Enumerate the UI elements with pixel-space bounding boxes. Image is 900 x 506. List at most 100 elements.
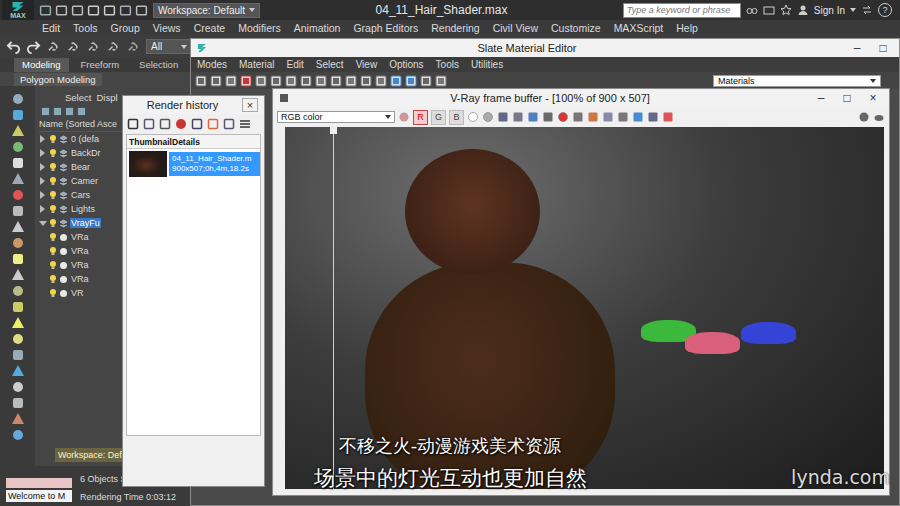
tool-icon[interactable] bbox=[11, 300, 25, 314]
link-icon[interactable] bbox=[86, 39, 101, 54]
link-icon[interactable] bbox=[46, 39, 61, 54]
prompt-field[interactable]: Welcome to M bbox=[6, 490, 72, 502]
expand-arrow-icon[interactable] bbox=[39, 221, 47, 226]
quick-access-icon[interactable] bbox=[71, 4, 84, 17]
tool-icon[interactable] bbox=[11, 156, 25, 170]
channel-button[interactable]: R bbox=[413, 110, 428, 125]
window-title-bar[interactable]: Render history× bbox=[123, 96, 264, 114]
close-button[interactable]: × bbox=[242, 98, 258, 112]
teapot-icon[interactable] bbox=[873, 111, 885, 123]
window-control[interactable]: □ bbox=[837, 91, 857, 105]
compare-handle[interactable] bbox=[330, 127, 337, 134]
light-bulb-icon[interactable] bbox=[49, 218, 57, 228]
light-bulb-icon[interactable] bbox=[49, 260, 57, 270]
menu-item[interactable]: Group bbox=[111, 22, 140, 34]
menu-item[interactable]: Civil View bbox=[493, 22, 538, 34]
light-bulb-icon[interactable] bbox=[49, 190, 57, 200]
history-tool-icon[interactable] bbox=[159, 118, 171, 130]
light-bulb-icon[interactable] bbox=[49, 232, 57, 242]
vfb-tool-icon[interactable] bbox=[602, 111, 614, 123]
tool-icon[interactable] bbox=[11, 236, 25, 250]
tool-icon[interactable] bbox=[11, 108, 25, 122]
toolbar-icon[interactable] bbox=[375, 75, 387, 87]
redo-icon[interactable] bbox=[26, 39, 41, 54]
tool-icon[interactable] bbox=[11, 316, 25, 330]
maxscript-listener[interactable] bbox=[6, 478, 72, 488]
light-bulb-icon[interactable] bbox=[49, 176, 57, 186]
menu-item[interactable]: Views bbox=[153, 22, 181, 34]
light-bulb-icon[interactable] bbox=[49, 204, 57, 214]
filter-icon[interactable] bbox=[77, 107, 86, 116]
ribbon-tab[interactable]: Selection bbox=[131, 58, 186, 72]
window-title-bar[interactable]: Slate Material Editor–□ bbox=[191, 39, 899, 57]
light-bulb-icon[interactable] bbox=[49, 288, 57, 298]
menu-item[interactable]: Select bbox=[316, 59, 344, 70]
subscription-icon[interactable] bbox=[763, 4, 775, 16]
expand-arrow-icon[interactable] bbox=[40, 205, 45, 213]
quick-access-icon[interactable] bbox=[135, 4, 148, 17]
app-menu-button[interactable]: MAX bbox=[2, 0, 34, 20]
vfb-tool-icon[interactable] bbox=[497, 111, 509, 123]
link-icon[interactable] bbox=[66, 39, 81, 54]
selection-filter-dropdown[interactable]: All bbox=[146, 39, 192, 54]
window-control[interactable]: – bbox=[847, 41, 867, 55]
vfb-tool-icon[interactable] bbox=[527, 111, 539, 123]
channel-options-icon[interactable] bbox=[398, 111, 410, 123]
undo-icon[interactable] bbox=[6, 39, 21, 54]
light-bulb-icon[interactable] bbox=[49, 134, 57, 144]
toolbar-icon[interactable] bbox=[420, 75, 432, 87]
tool-icon[interactable] bbox=[11, 396, 25, 410]
channel-button[interactable]: B bbox=[449, 110, 464, 125]
explorer-menu-item[interactable]: Select bbox=[65, 92, 91, 103]
menu-item[interactable]: Create bbox=[194, 22, 226, 34]
menu-icon[interactable] bbox=[239, 118, 251, 130]
tool-icon[interactable] bbox=[11, 252, 25, 266]
toolbar-icon[interactable] bbox=[435, 75, 447, 87]
tool-icon[interactable] bbox=[11, 332, 25, 346]
ribbon-tab[interactable]: Modeling bbox=[14, 58, 69, 72]
filter-icon[interactable] bbox=[65, 107, 74, 116]
search-field[interactable] bbox=[623, 3, 741, 18]
menu-item[interactable]: Help bbox=[676, 22, 698, 34]
expand-arrow-icon[interactable] bbox=[40, 177, 45, 185]
tool-icon[interactable] bbox=[11, 268, 25, 282]
expand-arrow-icon[interactable] bbox=[40, 163, 45, 171]
toolbar-icon[interactable] bbox=[360, 75, 372, 87]
tool-icon[interactable] bbox=[11, 412, 25, 426]
workspace-dropdown[interactable]: Workspace: Default bbox=[153, 3, 260, 18]
toolbar-icon[interactable] bbox=[345, 75, 357, 87]
history-tool-icon[interactable] bbox=[191, 118, 203, 130]
window-title-bar[interactable]: V-Ray frame buffer - [100% of 900 x 507]… bbox=[273, 89, 889, 107]
tool-icon[interactable] bbox=[11, 364, 25, 378]
tool-icon[interactable] bbox=[11, 348, 25, 362]
history-tool-icon[interactable] bbox=[143, 118, 155, 130]
tool-icon[interactable] bbox=[11, 220, 25, 234]
menu-item[interactable]: Modifiers bbox=[238, 22, 281, 34]
help-button[interactable]: ? bbox=[878, 3, 892, 17]
history-tool-icon[interactable] bbox=[175, 118, 187, 130]
channel-dropdown[interactable]: RGB color bbox=[277, 111, 395, 123]
binoculars-icon[interactable] bbox=[746, 4, 758, 16]
toolbar-icon[interactable] bbox=[195, 75, 207, 87]
ribbon-tab[interactable]: Freeform bbox=[73, 58, 128, 72]
toolbar-icon[interactable] bbox=[285, 75, 297, 87]
menu-item[interactable]: Material bbox=[239, 59, 275, 70]
menu-item[interactable]: MAXScript bbox=[614, 22, 664, 34]
tool-icon[interactable] bbox=[11, 92, 25, 106]
tool-icon[interactable] bbox=[11, 284, 25, 298]
explorer-menu-item[interactable]: Displ bbox=[96, 92, 117, 103]
history-tool-icon[interactable] bbox=[207, 118, 219, 130]
menu-item[interactable]: Animation bbox=[294, 22, 341, 34]
menu-item[interactable]: Tools bbox=[436, 59, 459, 70]
rendered-image[interactable] bbox=[285, 127, 884, 489]
tool-icon[interactable] bbox=[11, 140, 25, 154]
light-bulb-icon[interactable] bbox=[49, 162, 57, 172]
tool-icon[interactable] bbox=[11, 124, 25, 138]
filter-icon[interactable] bbox=[41, 107, 50, 116]
menu-item[interactable]: Edit bbox=[42, 22, 60, 34]
column-header[interactable]: Details bbox=[169, 137, 260, 147]
expand-arrow-icon[interactable] bbox=[40, 135, 45, 143]
tool-icon[interactable] bbox=[11, 428, 25, 442]
toolbar-icon[interactable] bbox=[405, 75, 417, 87]
vfb-tool-icon[interactable] bbox=[572, 111, 584, 123]
